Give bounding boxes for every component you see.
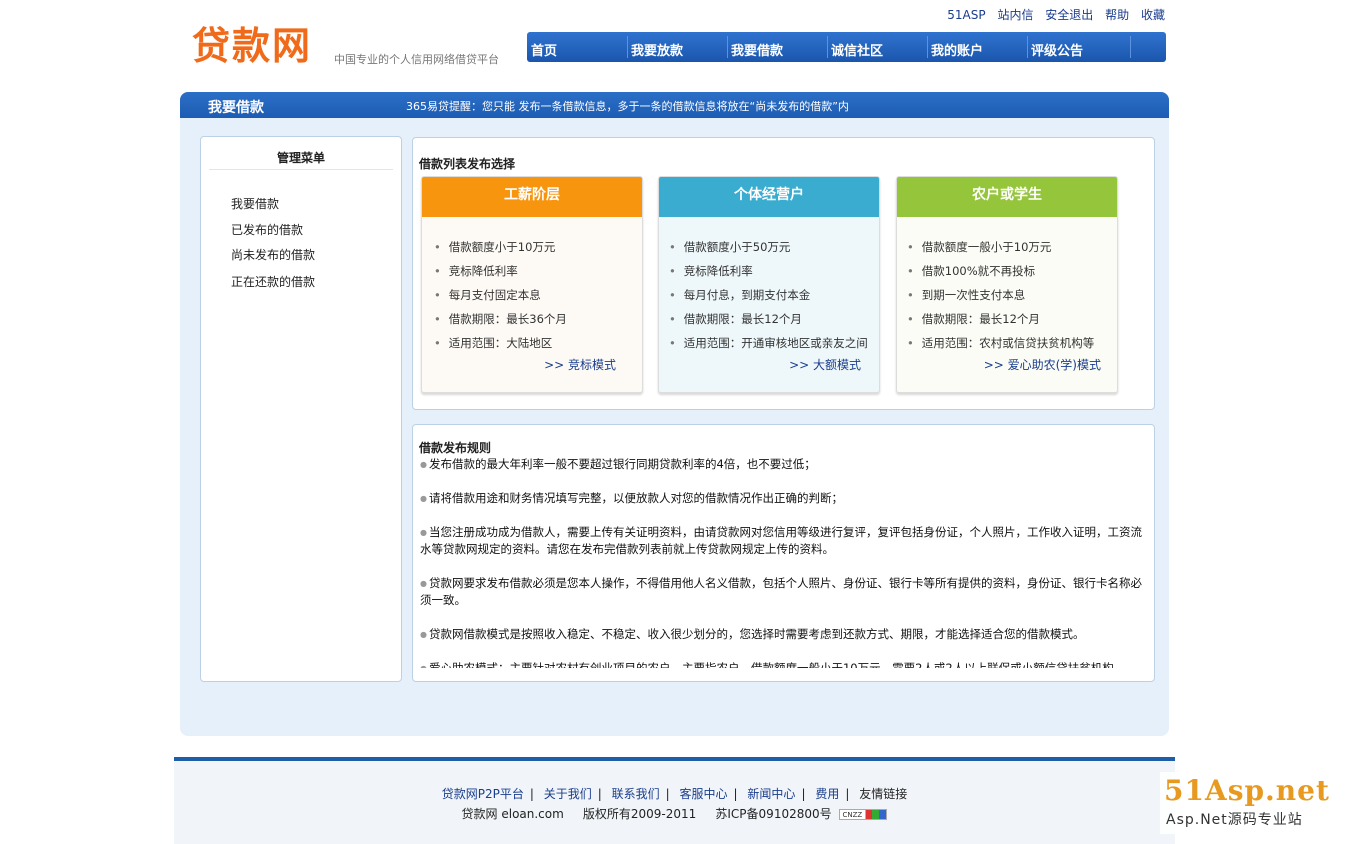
top-link-messages[interactable]: 站内信 [997,8,1033,22]
loan-card-feature: 借款100%就不再投标 [907,259,1117,283]
nav-divider [1130,36,1131,58]
rule-item: 爱心助农模式：主要针对农村有创业项目的农户，主要指农户，借款额度一般小于10万元… [420,660,1144,668]
site-slogan: 中国专业的个人信用网络借贷平台 [334,53,499,66]
rules-panel: 借款发布规则 发布借款的最大年利率一般不要超过银行同期贷款利率的4倍，也不要过低… [412,424,1155,682]
nav-divider [827,36,828,58]
loan-card-title: 工薪阶层 [422,177,642,217]
nav-divider [1027,36,1028,58]
footer-links: 贷款网P2P平台 | 关于我们 | 联系我们 | 客服中心 | 新闻中心 | 费用 | 友情… [441,787,908,801]
rule-item: 发布借款的最大年利率一般不要超过银行同期贷款利率的4倍，也不要过低； [420,456,1144,473]
site-logo[interactable]: 贷款网 [192,24,312,68]
footer-link-news[interactable]: 新闻中心 [747,787,795,801]
nav-divider [927,36,928,58]
site-domain: 贷款网 eloan.com [461,807,564,821]
nav-account[interactable]: 我的账户 [931,40,983,59]
top-link-favorite[interactable]: 收藏 [1141,8,1165,22]
management-menu: 管理菜单 我要借款 已发布的借款 尚未发布的借款 正在还款的借款 [200,136,402,682]
borrow-notice: 365易贷提醒：您只能 发布一条借款信息，多于一条的借款信息将放在“尚未发布的借… [406,100,849,113]
copyright-text: 版权所有2009-2011 [582,807,697,821]
loan-card-feature: 借款期限：最长36个月 [434,307,642,331]
main-frame: 我要借款 365易贷提醒：您只能 发布一条借款信息，多于一条的借款信息将放在“尚… [180,92,1169,736]
loan-card-feature: 适用范围：农村或信贷扶贫机构等 [907,331,1117,355]
loan-card-salaried: 工薪阶层 借款额度小于10万元 竞标降低利率 每月支付固定本息 借款期限：最长3… [421,176,643,393]
menu-divider [209,169,393,170]
loan-card-feature: 每月付息，到期支付本金 [669,283,879,307]
loan-card-feature: 每月支付固定本息 [434,283,642,307]
nav-home[interactable]: 首页 [531,40,557,59]
rule-item: 贷款网要求发布借款必须是您本人操作，不得借用他人名义借款，包括个人照片、身份证、… [420,575,1144,609]
watermark-logo: 51Asp.net [1164,774,1330,807]
bidding-mode-link[interactable]: >> 竞标模式 [544,356,616,373]
menu-item-repaying[interactable]: 正在还款的借款 [231,273,315,290]
loan-card-feature: 借款额度小于50万元 [669,235,879,259]
menu-item-borrow[interactable]: 我要借款 [231,195,279,212]
loan-card-feature: 竞标降低利率 [434,259,642,283]
top-link-help[interactable]: 帮助 [1105,8,1129,22]
loan-card-feature: 竞标降低利率 [669,259,879,283]
watermark-subtitle: Asp.Net源码专业站 [1166,812,1303,828]
loan-type-panel: 借款列表发布选择 工薪阶层 借款额度小于10万元 竞标降低利率 每月支付固定本息… [412,137,1155,410]
loan-type-title: 借款列表发布选择 [419,157,516,171]
large-amount-mode-link[interactable]: >> 大额模式 [789,356,861,373]
nav-divider [627,36,628,58]
loan-card-farmer-student: 农户或学生 借款额度一般小于10万元 借款100%就不再投标 到期一次性支付本息… [896,176,1118,393]
rule-item: 当您注册成功成为借款人，需要上传有关证明资料，由请贷款网对您信用等级进行复评，复… [420,524,1144,558]
footer-link-about[interactable]: 关于我们 [544,787,592,801]
loan-card-feature: 适用范围：大陆地区 [434,331,642,355]
footer-link-platform[interactable]: 贷款网P2P平台 [442,787,524,801]
top-link-logout[interactable]: 安全退出 [1045,8,1093,22]
nav-borrow[interactable]: 我要借款 [731,40,783,59]
top-link-51asp[interactable]: 51ASP [947,8,985,22]
loan-card-feature: 借款期限：最长12个月 [907,307,1117,331]
loan-card-feature: 借款额度小于10万元 [434,235,642,259]
nav-lend[interactable]: 我要放款 [631,40,683,59]
cnzz-badge-icon[interactable]: CNZZ [839,809,888,820]
section-header: 我要借款 365易贷提醒：您只能 发布一条借款信息，多于一条的借款信息将放在“尚… [180,92,1169,118]
menu-item-published[interactable]: 已发布的借款 [231,221,303,238]
footer-link-service[interactable]: 客服中心 [680,787,728,801]
main-nav: 首页 我要放款 我要借款 诚信社区 我的账户 评级公告 [527,32,1166,62]
footer-link-fees[interactable]: 费用 [815,787,839,801]
menu-item-unpublished[interactable]: 尚未发布的借款 [231,246,315,263]
nav-community[interactable]: 诚信社区 [831,40,883,59]
rule-item: 请将借款用途和财务情况填写完整，以便放款人对您的借款情况作出正确的判断； [420,490,1144,507]
nav-rating[interactable]: 评级公告 [1031,40,1083,59]
top-links: 51ASP 站内信 安全退出 帮助 收藏 [939,6,1165,23]
copyright: 贷款网 eloan.com 版权所有2009-2011 苏ICP备0910280… [174,805,1175,822]
rule-item: 贷款网借款模式是按照收入稳定、不稳定、收入很少划分的，您选择时需要考虑到还款方式… [420,626,1144,643]
nav-divider [727,36,728,58]
loan-card-feature: 到期一次性支付本息 [907,283,1117,307]
watermark: 51Asp.net Asp.Net源码专业站 [1160,772,1335,834]
loan-card-feature: 借款额度一般小于10万元 [907,235,1117,259]
section-title: 我要借款 [208,100,264,116]
rules-title: 借款发布规则 [419,441,492,455]
loan-card-business: 个体经营户 借款额度小于50万元 竞标降低利率 每月付息，到期支付本金 借款期限… [658,176,880,393]
loan-card-title: 农户或学生 [897,177,1117,217]
loan-card-feature: 借款期限：最长12个月 [669,307,879,331]
menu-title: 管理菜单 [276,151,325,165]
charity-mode-link[interactable]: >> 爱心助农(学)模式 [984,356,1101,373]
footer-link-friends[interactable]: 友情链接 [859,787,907,801]
footer-link-contact[interactable]: 联系我们 [612,787,660,801]
icp-number[interactable]: 苏ICP备09102800号 [715,807,831,821]
loan-card-feature: 适用范围：开通审核地区或亲友之间 [669,331,879,355]
footer: 贷款网P2P平台 | 关于我们 | 联系我们 | 客服中心 | 新闻中心 | 费用 | 友情… [174,761,1175,844]
loan-card-title: 个体经营户 [659,177,879,217]
rules-scroll-area[interactable]: 发布借款的最大年利率一般不要超过银行同期贷款利率的4倍，也不要过低； 请将借款用… [420,456,1144,668]
